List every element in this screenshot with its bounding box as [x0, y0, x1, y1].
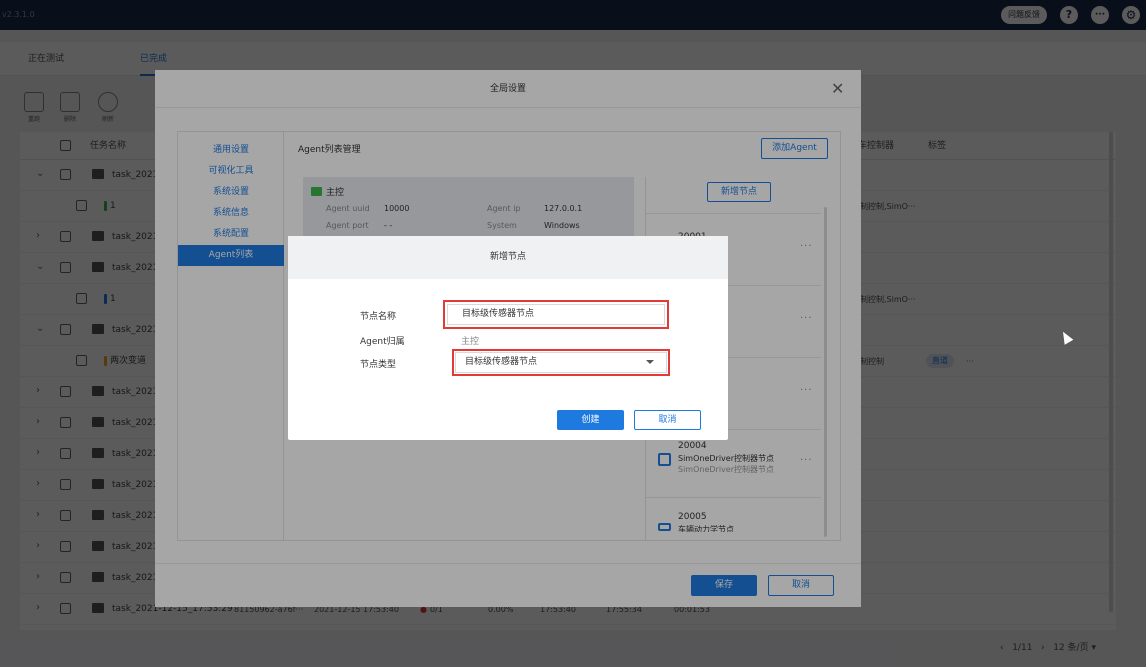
node-type-select[interactable]: 目标级传感器节点 [455, 352, 667, 373]
dialog-title: 新增节点 [288, 236, 728, 279]
create-button[interactable]: 创建 [557, 410, 624, 430]
node-name-input[interactable]: 目标级传感器节点 [447, 304, 665, 325]
agent-owner-value: 主控 [461, 337, 480, 347]
agent-owner-label: Agent归属 [360, 337, 405, 347]
cancel-button[interactable]: 取消 [634, 410, 701, 430]
node-type-value: 目标级传感器节点 [465, 357, 538, 367]
node-name-label: 节点名称 [360, 312, 397, 322]
node-type-field-highlight: 目标级传感器节点 [452, 349, 670, 376]
node-name-field-highlight: 目标级传感器节点 [443, 300, 669, 329]
node-type-label: 节点类型 [360, 360, 397, 370]
caret-down-icon [646, 360, 654, 364]
new-node-dialog: 新增节点 节点名称 目标级传感器节点 Agent归属 主控 节点类型 目标级传感… [288, 236, 728, 440]
